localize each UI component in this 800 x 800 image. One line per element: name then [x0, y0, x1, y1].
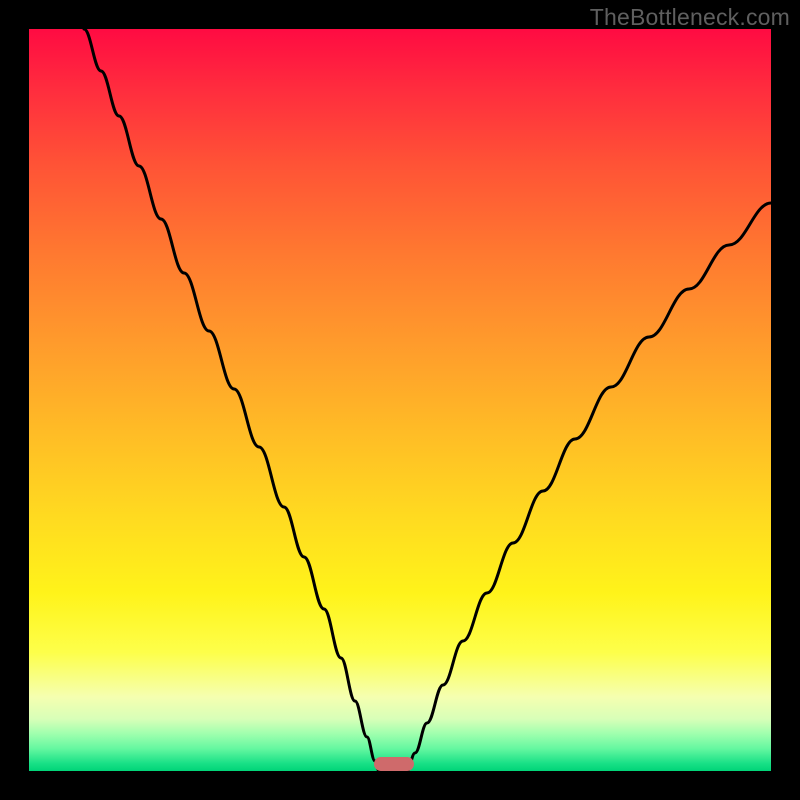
right-curve: [407, 203, 771, 771]
left-curve: [84, 29, 379, 771]
chart-frame: [29, 29, 771, 771]
bottleneck-marker: [374, 757, 414, 771]
chart-curves: [29, 29, 771, 771]
watermark-text: TheBottleneck.com: [590, 4, 790, 31]
